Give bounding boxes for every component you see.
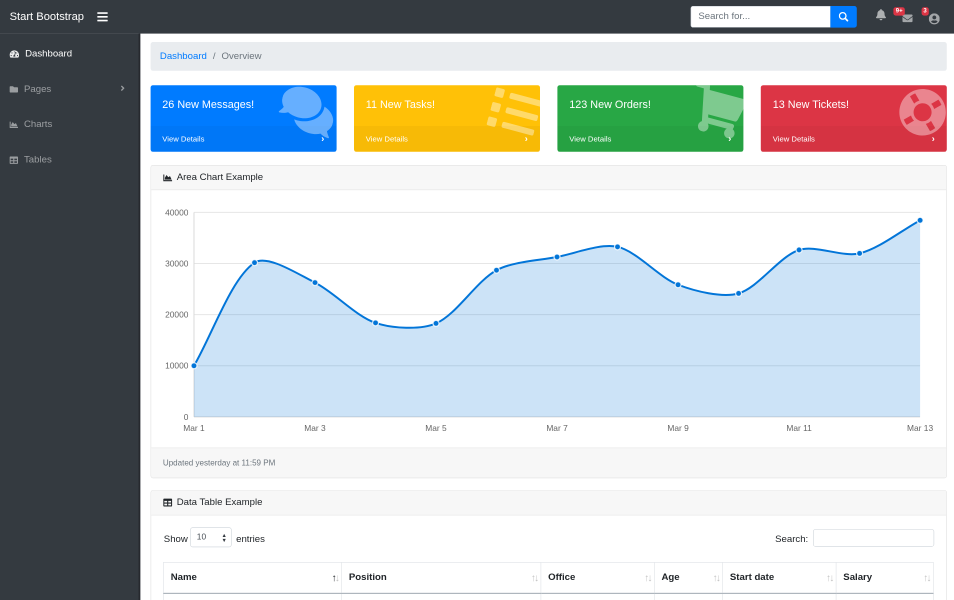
svg-text:Mar 5: Mar 5 xyxy=(425,423,447,433)
svg-text:10000: 10000 xyxy=(165,361,189,371)
svg-text:30000: 30000 xyxy=(165,259,189,269)
svg-text:Mar 1: Mar 1 xyxy=(183,423,205,433)
svg-text:20000: 20000 xyxy=(165,310,189,320)
svg-text:40000: 40000 xyxy=(165,207,189,217)
svg-text:Mar 13: Mar 13 xyxy=(907,423,933,433)
svg-text:Mar 9: Mar 9 xyxy=(667,423,689,433)
svg-text:Mar 11: Mar 11 xyxy=(786,423,812,433)
svg-text:Mar 3: Mar 3 xyxy=(304,423,326,433)
svg-text:0: 0 xyxy=(183,412,188,422)
svg-text:Mar 7: Mar 7 xyxy=(546,423,568,433)
